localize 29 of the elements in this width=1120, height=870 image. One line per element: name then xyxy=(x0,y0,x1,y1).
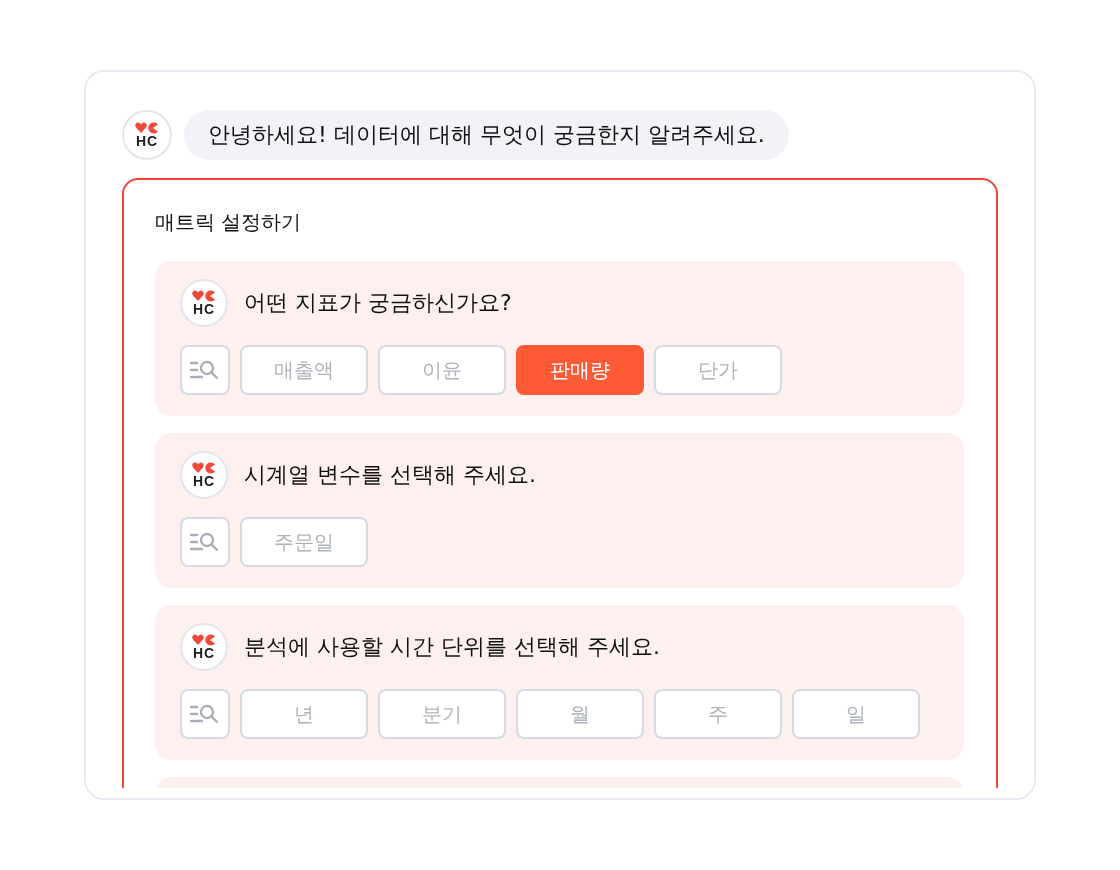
logo-text: HC xyxy=(135,134,159,148)
search-list-button[interactable] xyxy=(180,345,230,395)
heart-logo-icon xyxy=(192,290,216,302)
option-button[interactable]: 분기 xyxy=(378,689,506,739)
logo-text: HC xyxy=(192,474,216,488)
heart-logo-icon xyxy=(192,634,216,646)
heart-logo-icon xyxy=(135,122,159,134)
option-button[interactable]: 이윤 xyxy=(378,345,506,395)
option-button[interactable]: 일 xyxy=(792,689,920,739)
option-button[interactable]: 단가 xyxy=(654,345,782,395)
question-text: 어떤 지표가 궁금하신가요? xyxy=(244,289,512,317)
heart-logo-icon xyxy=(192,462,216,474)
option-button[interactable]: 판매량 xyxy=(516,345,644,395)
search-list-button[interactable] xyxy=(180,517,230,567)
search-list-icon xyxy=(189,359,221,381)
search-list-icon xyxy=(189,703,221,725)
question-text: 분석에 사용할 시간 단위를 선택해 주세요. xyxy=(244,633,660,661)
option-button[interactable]: 주 xyxy=(654,689,782,739)
option-button[interactable]: 년 xyxy=(240,689,368,739)
question-text: 시계열 변수를 선택해 주세요. xyxy=(244,461,536,489)
search-list-icon xyxy=(189,531,221,553)
option-button[interactable]: 월 xyxy=(516,689,644,739)
logo-text: HC xyxy=(192,302,216,316)
search-list-button[interactable] xyxy=(180,689,230,739)
logo-text: HC xyxy=(192,646,216,660)
option-button[interactable]: 매출액 xyxy=(240,345,368,395)
greeting-message: 안녕하세요! 데이터에 대해 무엇이 궁금한지 알려주세요. xyxy=(184,110,789,160)
option-button[interactable]: 주문일 xyxy=(240,517,368,567)
panel-title: 매트릭 설정하기 xyxy=(155,210,303,234)
